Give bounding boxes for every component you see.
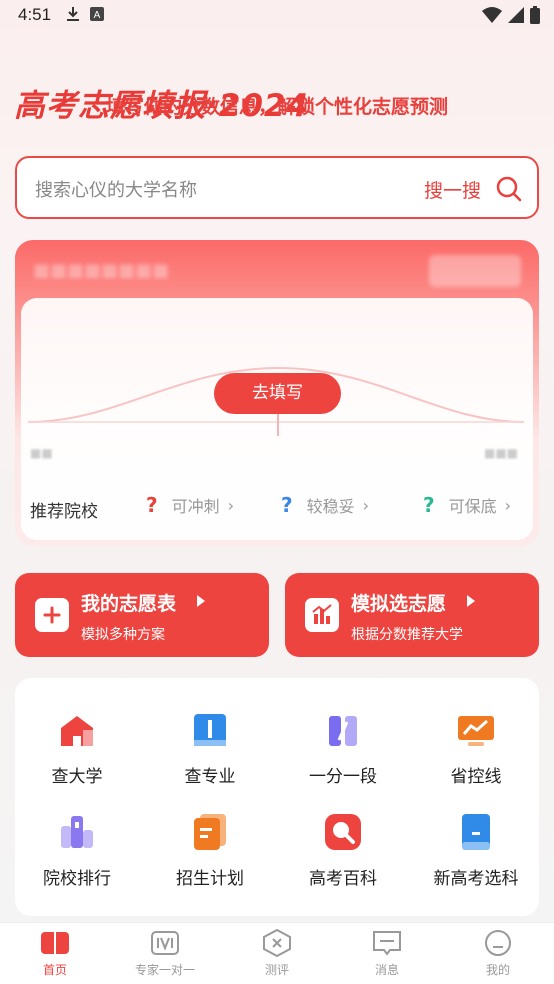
message-icon <box>372 929 402 957</box>
tool-label: 院校排行 <box>43 869 111 889</box>
prediction-message: 填写你的分数信息，解锁个性化志愿预测 <box>105 96 448 118</box>
ranking-icon <box>57 812 97 852</box>
tool-score-segment[interactable]: 一分一段 <box>281 710 405 787</box>
card-subtitle: 根据分数推荐大学 <box>351 627 463 643</box>
recommend-item-label: 可冲刺 <box>171 497 220 516</box>
recommend-item-reach[interactable]: ? 可冲刺 › <box>146 493 234 517</box>
chevron-right-icon: › <box>504 495 512 515</box>
search-button[interactable]: 搜一搜 <box>424 176 481 203</box>
tool-find-major[interactable]: 查专业 <box>148 710 272 787</box>
axis-label-left: ■■ <box>30 446 53 460</box>
tool-label: 省控线 <box>450 767 502 787</box>
wifi-icon <box>482 7 502 23</box>
nav-label: 首页 <box>42 963 67 977</box>
question-icon: ? <box>281 493 293 517</box>
school-icon <box>57 710 97 750</box>
tool-label: 新高考选科 <box>433 869 519 889</box>
nav-label: 专家一对一 <box>134 963 195 977</box>
recommend-label: 推荐院校 <box>30 502 98 522</box>
prediction-header-button-blurred <box>429 255 521 287</box>
card-title: 我的志愿表 <box>81 593 177 615</box>
tool-control-line[interactable]: 省控线 <box>414 710 538 787</box>
tool-label: 查大学 <box>51 767 103 787</box>
test-icon <box>262 928 292 958</box>
tool-label: 一分一段 <box>309 767 377 787</box>
status-icons-right <box>482 6 540 24</box>
chevron-right-icon: › <box>362 495 370 515</box>
tool-label: 查专业 <box>184 767 236 787</box>
recommend-item-label: 较稳妥 <box>306 497 355 516</box>
signal-icon <box>508 7 524 23</box>
prediction-header-blurred: ■■■■■■■■ <box>33 260 170 281</box>
tool-label: 高考百科 <box>309 869 377 889</box>
tools-grid: 查大学 查专业 一分一段 省控线 院校排行 招生计划 高考百科 新高考选科 <box>15 678 539 916</box>
tool-enrollment-plan[interactable]: 招生计划 <box>148 812 272 889</box>
nav-test[interactable]: 测评 <box>222 928 332 978</box>
chevron-right-icon: › <box>227 495 235 515</box>
simulate-choose-card[interactable]: 模拟选志愿 根据分数推荐大学 <box>285 573 539 657</box>
tool-new-subject-selection[interactable]: 新高考选科 <box>414 812 538 889</box>
fill-in-score-button[interactable]: 去填写 <box>214 373 341 414</box>
plan-doc-icon <box>190 812 230 852</box>
profile-icon <box>483 929 513 957</box>
battery-icon <box>530 6 540 24</box>
question-icon: ? <box>423 493 435 517</box>
recommend-item-safe[interactable]: ? 可保底 › <box>423 493 511 517</box>
nav-label: 我的 <box>485 963 510 977</box>
search-input[interactable]: 搜索心仪的大学名称 <box>35 176 197 202</box>
nav-label: 消息 <box>374 963 399 977</box>
status-icons-left: A <box>66 6 104 22</box>
download-icon <box>67 7 79 21</box>
home-book-icon <box>40 929 70 957</box>
play-arrow-icon <box>467 595 475 607</box>
nav-home[interactable]: 首页 <box>0 929 110 978</box>
axis-label-right: ■■■ <box>484 446 519 460</box>
magnifier-icon <box>323 812 363 852</box>
segments-icon <box>323 710 363 750</box>
expert-icon <box>150 929 180 957</box>
tool-gaokao-wiki[interactable]: 高考百科 <box>281 812 405 889</box>
bookmark-book-icon <box>456 812 496 852</box>
search-box[interactable]: 搜索心仪的大学名称 搜一搜 <box>15 156 539 219</box>
nav-profile[interactable]: 我的 <box>443 929 553 978</box>
card-title: 模拟选志愿 <box>351 593 447 615</box>
trend-board-icon <box>456 710 496 750</box>
status-bar: 4:51 A <box>0 0 554 30</box>
nav-messages[interactable]: 消息 <box>332 929 442 978</box>
recommend-item-label: 可保底 <box>448 497 497 516</box>
plus-doc-icon <box>35 598 69 632</box>
nav-expert[interactable]: 专家一对一 <box>110 929 220 978</box>
svg-text:A: A <box>94 10 101 21</box>
nav-label: 测评 <box>264 963 289 977</box>
bottom-nav: 首页 专家一对一 测评 消息 我的 <box>0 922 554 984</box>
status-time: 4:51 <box>18 5 52 24</box>
tool-university-ranking[interactable]: 院校排行 <box>15 812 139 889</box>
app-a-icon: A <box>90 7 104 21</box>
recommend-item-stable[interactable]: ? 较稳妥 › <box>281 493 369 517</box>
card-subtitle: 模拟多种方案 <box>81 627 165 643</box>
search-icon[interactable] <box>495 175 523 203</box>
tool-label: 招生计划 <box>176 869 244 889</box>
question-icon: ? <box>146 493 158 517</box>
play-arrow-icon <box>197 595 205 607</box>
chart-bars-icon <box>305 598 339 632</box>
book-icon <box>190 710 230 750</box>
tool-find-university[interactable]: 查大学 <box>15 710 139 787</box>
my-wishlist-card[interactable]: 我的志愿表 模拟多种方案 <box>15 573 269 657</box>
